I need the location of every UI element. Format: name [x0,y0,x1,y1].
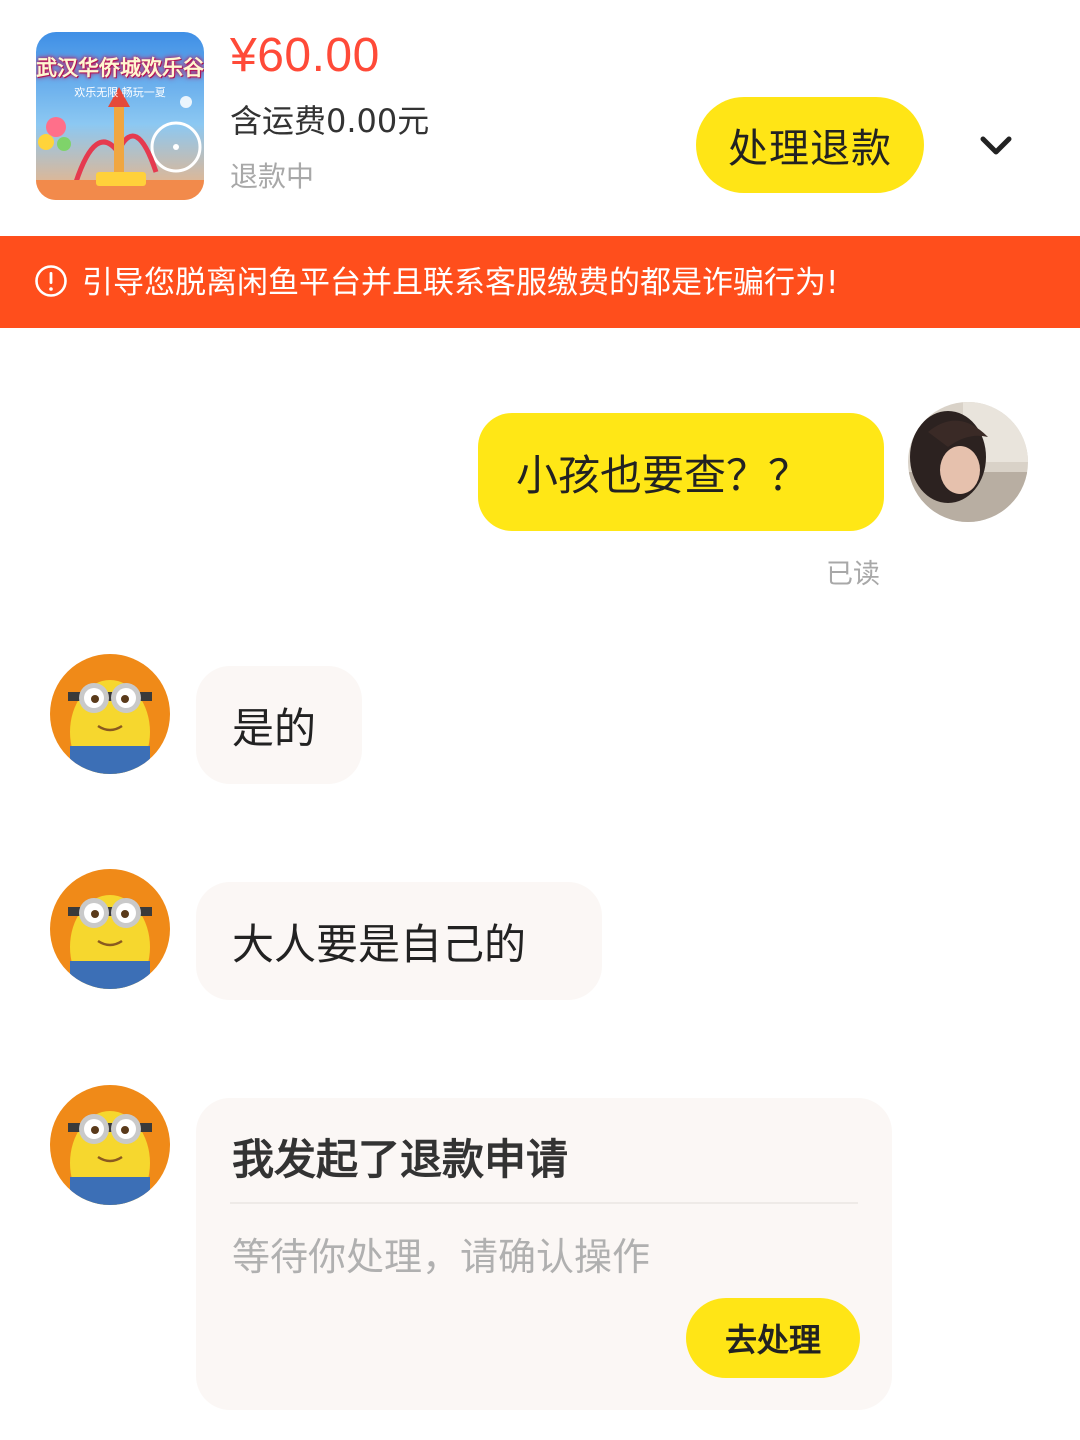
product-price: ¥60.00 [230,29,380,82]
message-text: 是的 [232,703,317,753]
divider [230,1202,858,1204]
read-receipt: 已读 [826,559,880,590]
order-status: 退款中 [230,160,315,193]
refund-card-description: 等待你处理，请确认操作 [232,1235,651,1279]
message-text: 小孩也要查？？ [516,450,811,500]
message-bubble-incoming[interactable]: 是的 [196,666,362,784]
chat-screen: 武汉华侨城欢乐谷 欢乐无限 畅玩一夏 ¥60.00 含运费0.00元 退款中 处… [0,0,1080,1440]
go-process-button[interactable]: 去处理 [686,1298,860,1378]
product-header: 武汉华侨城欢乐谷 欢乐无限 畅玩一夏 ¥60.00 含运费0.00元 退款中 处… [0,0,1080,236]
thumbnail-subtitle: 欢乐无限 畅玩一夏 [74,86,166,99]
user-photo-avatar [908,402,1028,522]
refund-card-title: 我发起了退款申请 [232,1135,569,1184]
shipping-fee: 含运费0.00元 [230,102,430,140]
chevron-down-icon[interactable] [972,126,1020,166]
thumbnail-title: 武汉华侨城欢乐谷 [36,56,204,80]
fraud-warning-text: 引导您脱离闲鱼平台并且联系客服缴费的都是诈骗行为! [82,265,839,301]
seller-avatar[interactable] [50,869,170,989]
my-avatar[interactable] [908,402,1028,522]
minion-avatar-icon [50,1085,170,1205]
seller-avatar[interactable] [50,654,170,774]
message-bubble-outgoing[interactable]: 小孩也要查？？ [478,413,884,531]
refund-request-card[interactable]: 我发起了退款申请 等待你处理，请确认操作 去处理 [196,1098,892,1410]
process-refund-button[interactable]: 处理退款 [696,97,924,193]
alert-circle-icon [35,265,67,297]
product-thumbnail[interactable]: 武汉华侨城欢乐谷 欢乐无限 畅玩一夏 [36,32,204,200]
message-bubble-incoming[interactable]: 大人要是自己的 [196,882,602,1000]
minion-avatar-icon [50,869,170,989]
minion-avatar-icon [50,654,170,774]
message-text: 大人要是自己的 [232,919,527,969]
seller-avatar[interactable] [50,1085,170,1205]
